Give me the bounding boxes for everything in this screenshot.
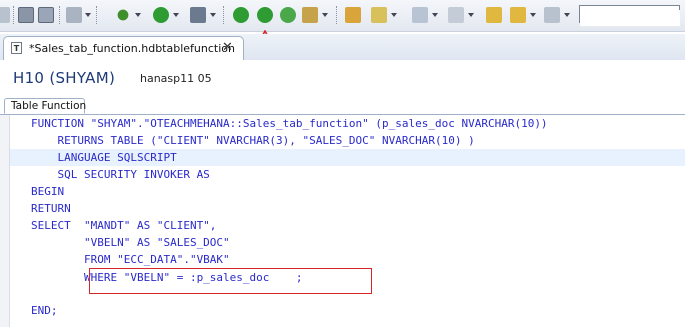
code-line[interactable]: RETURN (31, 200, 71, 217)
editor-tab-title: *Sales_tab_function.hdbtablefunction (29, 42, 235, 55)
editor-header: H10 (SHYAM) hanasp11 05 (0, 60, 685, 98)
last-edit-icon[interactable] (486, 7, 502, 23)
table-function-file-icon: T (11, 42, 22, 54)
editor-tab-strip: T *Sales_tab_function.hdbtablefunction ✕ (0, 34, 685, 61)
forward-icon[interactable] (544, 7, 560, 23)
code-line[interactable]: FROM "ECC_DATA"."VBAK" (31, 251, 230, 268)
close-icon[interactable]: ✕ (222, 40, 233, 55)
activate-all-icon[interactable] (233, 7, 249, 23)
chevron-down-icon[interactable] (564, 13, 570, 17)
activate-icon[interactable] (257, 7, 273, 23)
back-icon[interactable] (510, 7, 526, 23)
code-line[interactable]: SQL SECURITY INVOKER AS (31, 166, 209, 183)
tab-table-function[interactable]: Table Function (4, 98, 87, 114)
stop-icon[interactable] (190, 7, 206, 23)
debug-icon[interactable] (115, 7, 131, 23)
code-line[interactable]: "VBELN" AS "SALES_DOC" (31, 234, 230, 251)
chevron-down-icon[interactable] (468, 13, 474, 17)
code-line[interactable]: BEGIN (31, 183, 64, 200)
file-icon[interactable] (0, 7, 10, 23)
code-line[interactable]: END; (31, 302, 58, 319)
system-id: hanasp11 05 (140, 72, 212, 85)
code-line[interactable]: FUNCTION "SHYAM"."OTEACHMEHANA::Sales_ta… (31, 115, 548, 132)
chevron-down-icon[interactable] (85, 13, 91, 17)
code-line[interactable]: SELECT "MANDT" AS "CLIENT", (31, 217, 216, 234)
editor-ruler (0, 115, 10, 327)
toolbar-separator (13, 6, 15, 24)
code-line[interactable]: LANGUAGE SQLSCRIPT (31, 149, 176, 166)
search-box[interactable] (579, 5, 680, 26)
print-icon[interactable] (66, 7, 82, 23)
data-preview-icon[interactable] (302, 7, 318, 23)
toolbar-separator (96, 6, 98, 24)
run-icon[interactable] (153, 7, 169, 23)
editor-tab[interactable]: T *Sales_tab_function.hdbtablefunction ✕ (3, 36, 244, 60)
save-icon[interactable] (18, 7, 34, 23)
save-all-icon[interactable] (38, 7, 54, 23)
search-input[interactable] (580, 9, 680, 26)
chevron-down-icon[interactable] (173, 13, 179, 17)
tab-table-function-label: Table Function (11, 100, 87, 112)
annotation-icon[interactable] (412, 7, 428, 23)
chevron-down-icon[interactable] (530, 13, 536, 17)
pin-icon[interactable] (371, 7, 387, 23)
code-line[interactable]: RETURNS TABLE ("CLIENT" NVARCHAR(3), "SA… (31, 132, 474, 149)
check-icon[interactable] (280, 7, 296, 23)
chevron-down-icon[interactable] (322, 13, 328, 17)
annotation-highlight-box (89, 268, 372, 294)
connection-name: H10 (SHYAM) (13, 69, 116, 87)
subtab-strip: Table Function (0, 98, 685, 115)
toolbar-separator (59, 6, 61, 24)
code-editor[interactable]: FUNCTION "SHYAM"."OTEACHMEHANA::Sales_ta… (0, 115, 685, 327)
toolbar-separator (223, 6, 225, 24)
chevron-down-icon[interactable] (135, 13, 141, 17)
bookmark-icon[interactable] (448, 7, 464, 23)
chevron-down-icon[interactable] (210, 13, 216, 17)
chevron-down-icon[interactable] (432, 13, 438, 17)
open-folder-icon[interactable] (345, 7, 361, 23)
toolbar-separator (336, 6, 338, 24)
chevron-down-icon[interactable] (391, 13, 397, 17)
main-toolbar (0, 0, 685, 32)
